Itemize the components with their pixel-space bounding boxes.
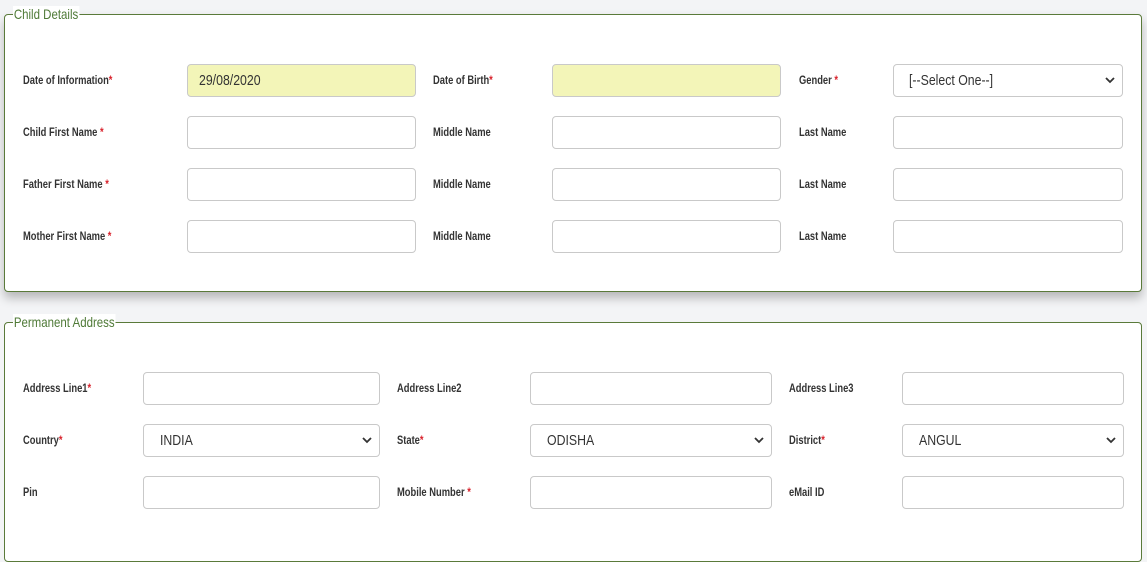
- father-middle-name-input[interactable]: [552, 168, 781, 201]
- mother-first-name-input[interactable]: [187, 220, 416, 253]
- mobile-number-label: Mobile Number *: [397, 485, 471, 499]
- gender-label: Gender *: [799, 73, 839, 87]
- address-line1-label: Address Line1*: [23, 381, 92, 395]
- date-of-information-input[interactable]: 29/08/2020: [187, 64, 416, 97]
- child-first-name-input[interactable]: [187, 116, 416, 149]
- mother-first-name-label: Mother First Name *: [23, 229, 112, 243]
- date-of-birth-label: Date of Birth*: [433, 73, 493, 87]
- district-label: District*: [789, 433, 825, 447]
- pin-label: Pin: [23, 485, 38, 499]
- address-line3-label: Address Line3: [789, 381, 854, 395]
- father-last-name-input[interactable]: [893, 168, 1123, 201]
- chevron-down-icon: [1105, 77, 1115, 84]
- child-middle-name-label: Middle Name: [433, 125, 491, 139]
- child-last-name-input[interactable]: [893, 116, 1123, 149]
- email-input[interactable]: [902, 476, 1124, 509]
- child-details-legend: Child Details: [13, 6, 80, 22]
- country-label: Country*: [23, 433, 63, 447]
- address-line1-input[interactable]: [143, 372, 380, 405]
- father-first-name-label: Father First Name *: [23, 177, 109, 191]
- father-middle-name-label: Middle Name: [433, 177, 491, 191]
- child-middle-name-input[interactable]: [552, 116, 781, 149]
- child-last-name-label: Last Name: [799, 125, 847, 139]
- state-label: State*: [397, 433, 424, 447]
- mother-last-name-input[interactable]: [893, 220, 1123, 253]
- gender-select[interactable]: [--Select One--]: [893, 64, 1123, 97]
- mobile-number-input[interactable]: [530, 476, 772, 509]
- state-select[interactable]: ODISHA: [530, 424, 772, 457]
- chevron-down-icon: [754, 437, 764, 444]
- mother-middle-name-label: Middle Name: [433, 229, 491, 243]
- address-line3-input[interactable]: [902, 372, 1124, 405]
- date-of-information-label: Date of Information*: [23, 73, 113, 87]
- child-first-name-label: Child First Name *: [23, 125, 104, 139]
- child-details-section: Child Details Date of Information* 29/08…: [4, 6, 1142, 292]
- permanent-address-legend: Permanent Address: [13, 314, 116, 330]
- chevron-down-icon: [1106, 437, 1116, 444]
- district-select[interactable]: ANGUL: [902, 424, 1124, 457]
- chevron-down-icon: [362, 437, 372, 444]
- address-line2-label: Address Line2: [397, 381, 462, 395]
- date-of-birth-input[interactable]: [552, 64, 781, 97]
- country-select[interactable]: INDIA: [143, 424, 380, 457]
- permanent-address-section: Permanent Address Address Line1* Address…: [4, 314, 1142, 562]
- father-first-name-input[interactable]: [187, 168, 416, 201]
- email-label: eMail ID: [789, 485, 825, 499]
- mother-last-name-label: Last Name: [799, 229, 847, 243]
- mother-middle-name-input[interactable]: [552, 220, 781, 253]
- address-line2-input[interactable]: [530, 372, 772, 405]
- pin-input[interactable]: [143, 476, 380, 509]
- father-last-name-label: Last Name: [799, 177, 847, 191]
